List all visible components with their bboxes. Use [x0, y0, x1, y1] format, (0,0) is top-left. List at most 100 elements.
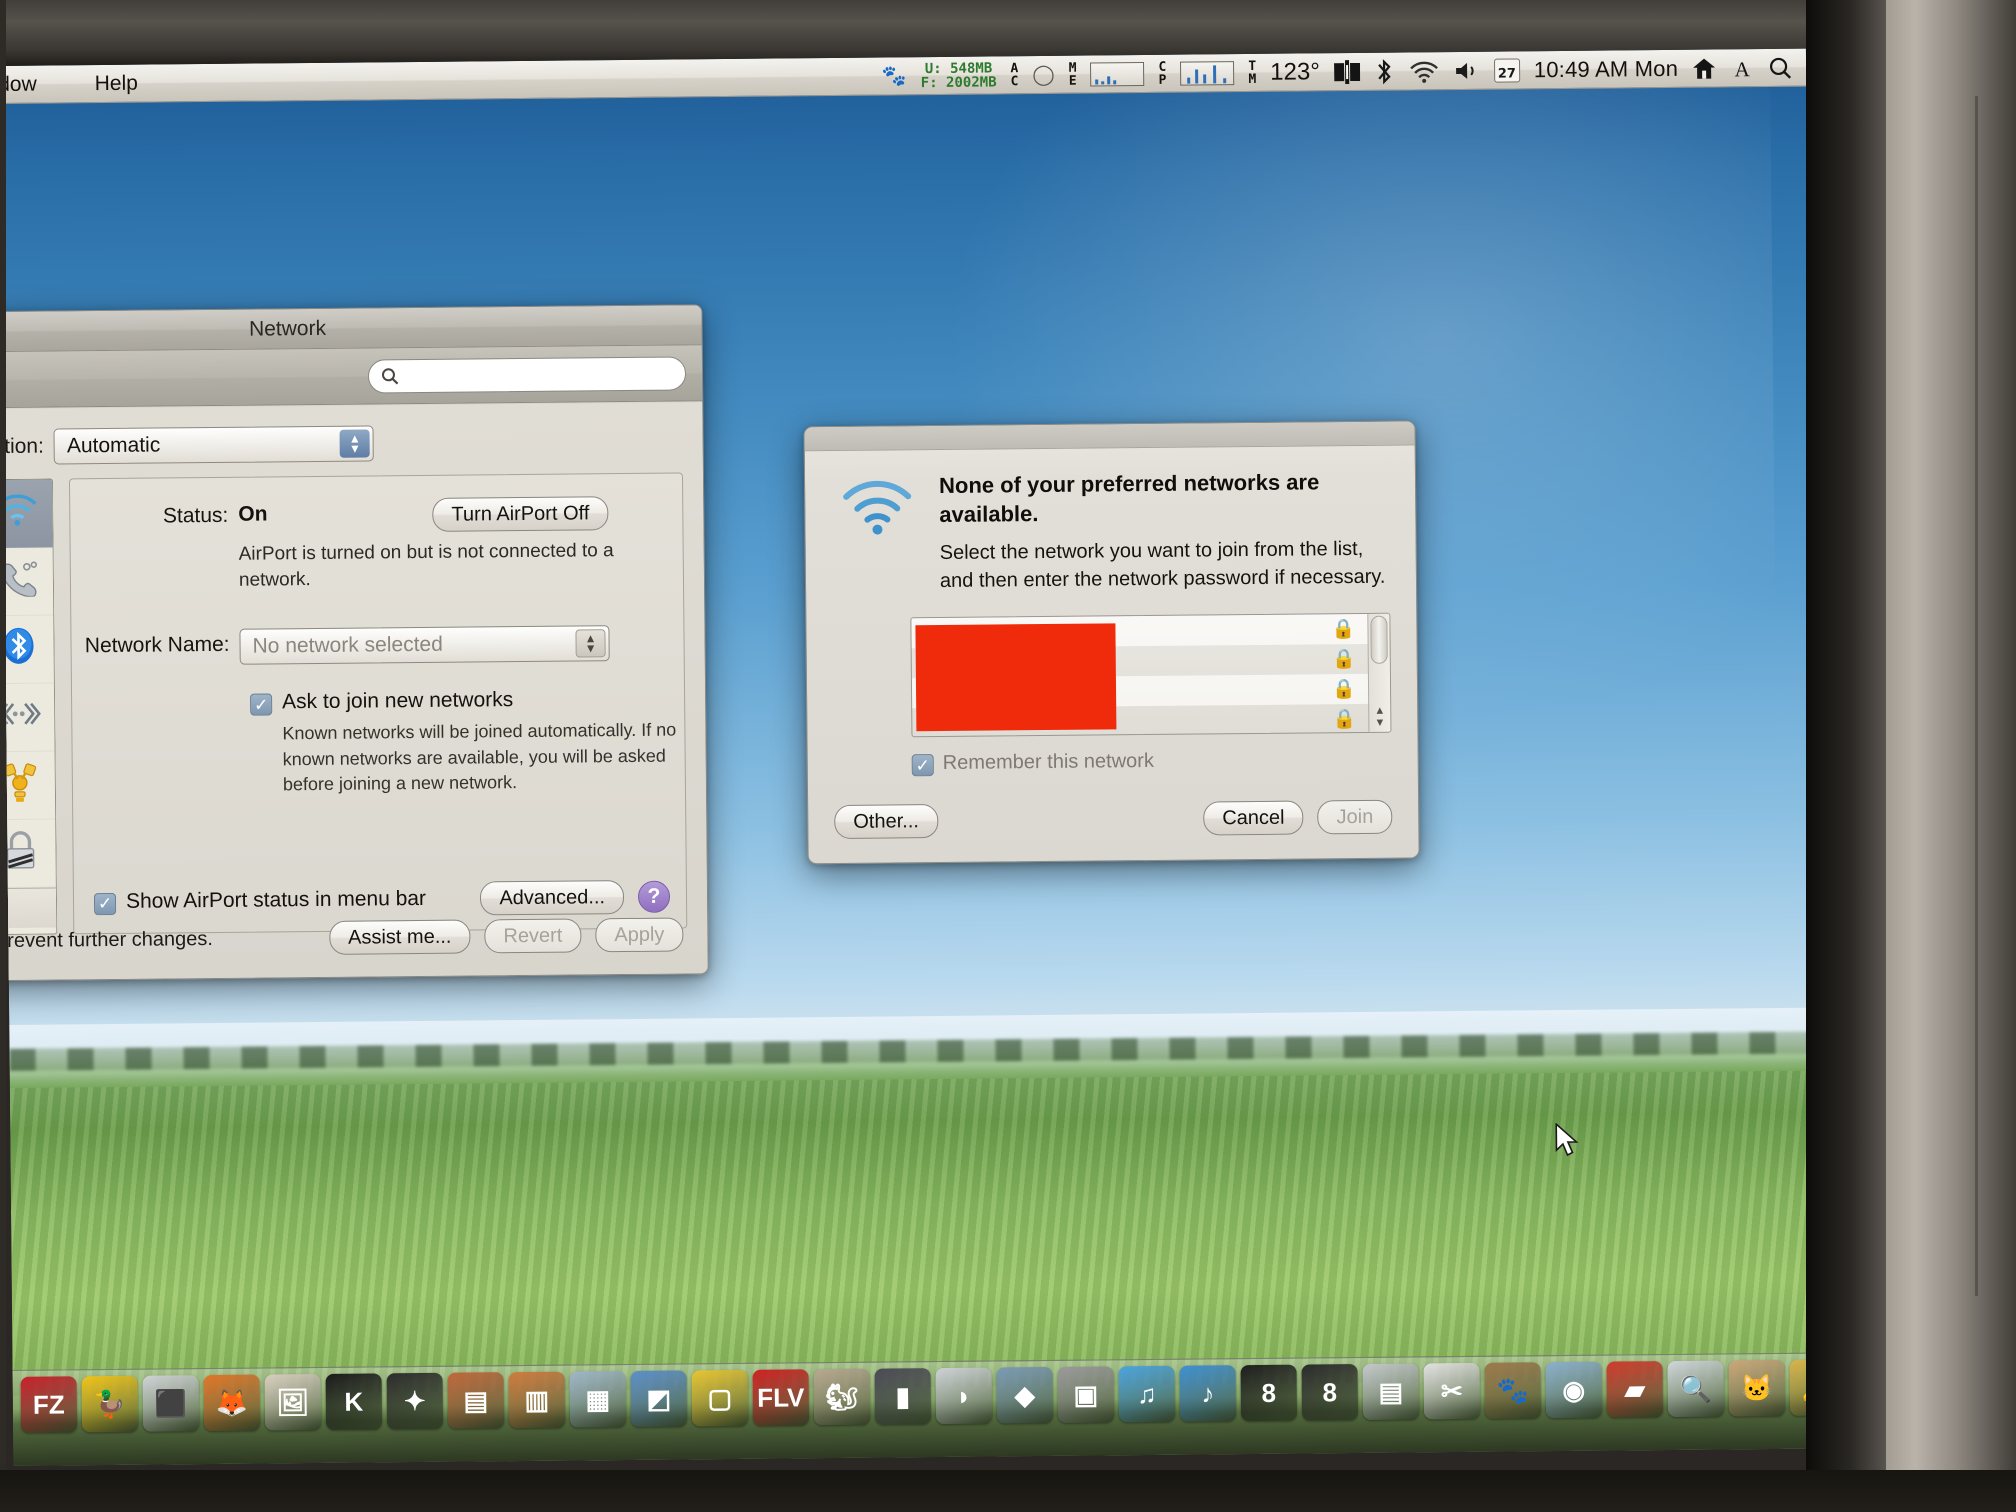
airport-wifi-icon[interactable] — [1408, 59, 1440, 83]
dock-item-app-17[interactable]: ◆ — [996, 1366, 1054, 1424]
dock-item-firefox[interactable]: 🦊 — [203, 1374, 261, 1432]
dock-item-koffice-k[interactable]: K — [325, 1373, 383, 1430]
dock-item-eight-ball-2[interactable]: 8 — [1301, 1364, 1359, 1421]
calendar-day: 27 — [1497, 65, 1516, 82]
memory-graph-icon[interactable] — [1090, 61, 1145, 87]
chevron-updown-icon: ▲ ▼ — [575, 629, 606, 658]
dock-item-glyph: 8 — [1261, 1377, 1277, 1408]
dock-item-app-18[interactable]: ▣ — [1057, 1366, 1115, 1423]
dock-item-image-frame[interactable]: ▢ — [691, 1369, 749, 1427]
search-input[interactable] — [367, 355, 687, 393]
remember-network-label: Remember this network — [942, 750, 1155, 775]
chevron-up-icon[interactable]: ▲ — [1374, 705, 1385, 717]
dock-item-red-app[interactable]: ▰ — [1606, 1361, 1664, 1418]
location-row: Location: Automatic ▲ ▼ — [0, 402, 703, 466]
dock-item-photo-app[interactable]: 🖼 — [264, 1373, 322, 1431]
cpu-status-item[interactable]: C P — [1158, 59, 1166, 87]
dock-item-glyph: 🐾 — [1496, 1374, 1530, 1406]
dock-item-gimp[interactable]: 🐾 — [1484, 1362, 1542, 1419]
mem-status-item[interactable]: M E — [1068, 60, 1077, 89]
dock-item-preview[interactable]: ◩ — [630, 1370, 688, 1428]
dock-item-glyph: ◗ — [955, 1380, 972, 1411]
remember-network-checkbox[interactable]: ✓ — [911, 754, 934, 777]
dock-item-scanner[interactable]: ▤ — [1362, 1363, 1420, 1420]
temp-status-item[interactable]: T M — [1248, 58, 1256, 86]
network-name-popup[interactable]: No network selected ▲ ▼ — [239, 625, 610, 666]
font-book-icon[interactable]: A — [1730, 56, 1754, 80]
dock-item-eight-ball[interactable]: 8 — [1240, 1364, 1298, 1422]
service-item-ethernet[interactable]: Ethernet ected — [0, 683, 55, 754]
dock-item-itunes[interactable]: ♫ — [1118, 1365, 1176, 1423]
dock-item-filezilla[interactable]: FZ — [20, 1376, 78, 1433]
menu-clock[interactable]: 10:49 AM Mon — [1534, 55, 1679, 82]
dock-item-music-note[interactable]: ♪ — [1179, 1365, 1237, 1422]
memory-status-item[interactable]: U: 548MB F: 2002MB — [921, 60, 997, 91]
dock-item-film-app[interactable]: ▮ — [874, 1368, 932, 1425]
activity-graph-icon[interactable] — [1180, 60, 1235, 86]
join-network-dialog[interactable]: None of your preferred networks are avai… — [803, 420, 1420, 865]
spotlight-search-icon[interactable] — [1768, 55, 1792, 79]
service-item-firewire[interactable]: FireWire ected — [0, 751, 56, 822]
service-item-bluetooth[interactable]: h ected — [0, 615, 54, 686]
menu-help[interactable]: Help — [83, 71, 150, 96]
cancel-button[interactable]: Cancel — [1203, 800, 1304, 836]
dock-item-flv-player[interactable]: FLV — [752, 1369, 810, 1426]
ask-join-checkbox[interactable]: ✓ — [250, 693, 273, 716]
chevron-down-icon[interactable]: ▼ — [1374, 717, 1385, 729]
ac-status-item[interactable]: A C — [1010, 61, 1018, 89]
network-window-footer: the lock to prevent further changes. Ass… — [0, 895, 708, 981]
scrollbar-thumb[interactable] — [1370, 616, 1388, 665]
scrollbar-arrows[interactable]: ▲ ▼ — [1369, 705, 1390, 732]
dock-item-glyph: ▮ — [895, 1380, 911, 1411]
dock-item-disc-app[interactable]: ◗ — [935, 1367, 993, 1425]
input-source-icon[interactable] — [1333, 59, 1360, 84]
dock-item-photos-2[interactable]: ▦ — [569, 1371, 627, 1428]
display-bezel-left — [0, 0, 6, 1512]
remember-network-row[interactable]: ✓ Remember this network — [911, 747, 1392, 777]
dock-item-media-1[interactable]: ▤ — [447, 1372, 505, 1429]
lock-icon: 🔒 — [1331, 619, 1356, 641]
dock-item-scissors[interactable]: ✂ — [1423, 1362, 1481, 1420]
revert-button[interactable]: Revert — [484, 918, 582, 954]
network-list[interactable]: 🔒 🔒 🔒 🔒 ▲ ▼ — [910, 613, 1392, 738]
lock-icon: 🔒 — [1332, 709, 1357, 731]
dock-item-duck[interactable]: 🦆 — [81, 1375, 139, 1433]
ask-join-row[interactable]: ✓ Ask to join new networks — [250, 687, 684, 716]
dock-item-glyph: ◉ — [1562, 1374, 1586, 1405]
volume-icon[interactable] — [1454, 59, 1480, 81]
home-icon[interactable] — [1692, 56, 1716, 80]
apply-button[interactable]: Apply — [595, 917, 684, 953]
calendar-icon[interactable]: 27 — [1493, 57, 1520, 83]
dock[interactable]: FZ🦆⬛🦊🖼K✦▤▥▦◩▢FLV🐿▮◗◆▣♫♪88▤✂🐾◉▰🔍🐱🔑▊▩▬⎍🗑🗑 — [12, 1352, 1820, 1466]
dock-item-cat-app[interactable]: 🐱 — [1728, 1359, 1786, 1417]
dock-item-squirrel-app[interactable]: 🐿 — [813, 1368, 871, 1426]
dock-item-glyph: 🦊 — [215, 1387, 249, 1418]
network-list-scrollbar[interactable]: ▲ ▼ — [1367, 614, 1391, 733]
network-name-row: Network Name: No network selected ▲ ▼ — [71, 625, 683, 667]
other-button[interactable]: Other... — [834, 804, 939, 840]
service-item-modem[interactable]: Modem ected — [0, 547, 54, 618]
circle-icon[interactable]: ◯ — [1032, 62, 1055, 87]
dock-item-glyph: ▤ — [463, 1384, 489, 1416]
mem-line-2: E — [1068, 73, 1077, 89]
service-item-vpn[interactable]: TP) ected — [0, 819, 56, 890]
dock-item-inkscape[interactable]: ✦ — [386, 1372, 444, 1430]
menu-window[interactable]: dow — [0, 72, 49, 97]
paw-icon[interactable]: 🐾 — [882, 63, 907, 88]
chevron-updown-icon: ▲ ▼ — [339, 429, 371, 458]
dock-item-stuffit[interactable]: ⬛ — [142, 1375, 200, 1432]
turn-airport-off-button[interactable]: Turn AirPort Off — [432, 496, 609, 532]
service-list[interactable]: Modem ected — [0, 478, 58, 937]
temperature-value[interactable]: 123° — [1270, 58, 1320, 86]
network-preferences-window[interactable]: Network ow All Location: Automatic — [0, 304, 709, 983]
location-popup[interactable]: Automatic ▲ ▼ — [53, 425, 375, 465]
dock-item-magnifier[interactable]: 🔍 — [1667, 1360, 1725, 1418]
service-item-airport[interactable] — [0, 479, 53, 550]
bluetooth-icon[interactable] — [1374, 58, 1394, 84]
network-window-titlebar[interactable]: Network — [0, 305, 702, 354]
dock-item-network-app[interactable]: ◉ — [1545, 1361, 1603, 1419]
dock-item-media-2[interactable]: ▥ — [508, 1371, 566, 1429]
join-button[interactable]: Join — [1317, 799, 1393, 835]
assist-me-button[interactable]: Assist me... — [328, 919, 471, 955]
dock-item-glyph: ▢ — [707, 1382, 733, 1413]
